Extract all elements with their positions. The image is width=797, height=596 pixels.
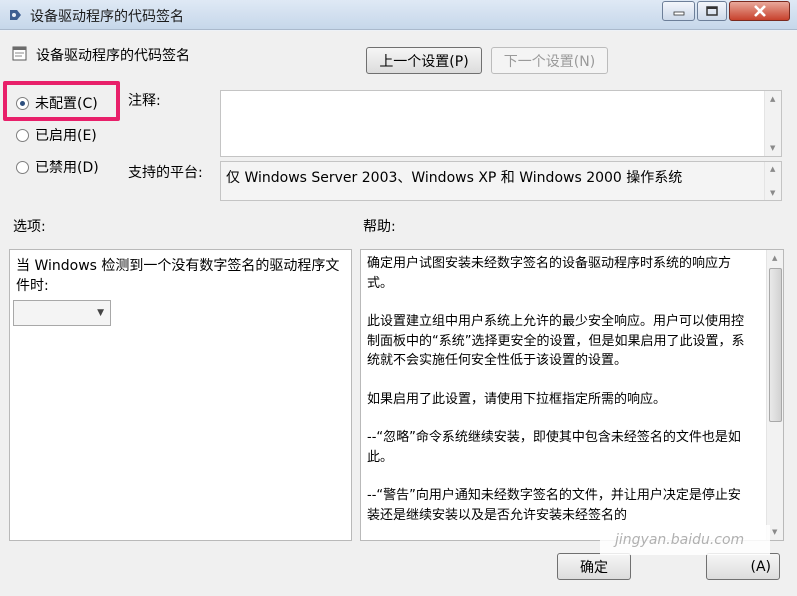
help-text: 确定用户试图安装未经数字签名的设备驱动程序时系统的响应方式。 此设置建立组中用户… xyxy=(367,254,753,540)
scroll-down-icon[interactable]: ▼ xyxy=(772,528,777,536)
help-heading: 帮助: xyxy=(363,219,396,235)
scroll-down-icon[interactable]: ▼ xyxy=(770,144,775,152)
supported-platform-text: 仅 Windows Server 2003、Windows XP 和 Windo… xyxy=(226,170,683,186)
scroll-up-icon[interactable]: ▲ xyxy=(772,254,777,262)
annotation-highlight-box xyxy=(3,81,120,121)
apply-button[interactable]: (A) xyxy=(706,553,780,580)
help-paragraph: --“忽略”命令系统继续安装，即使其中包含未经签名的文件也是如此。 xyxy=(367,430,741,465)
radio-disabled[interactable]: 已禁用(D) xyxy=(16,157,99,177)
scroll-down-icon[interactable]: ▼ xyxy=(770,189,775,197)
title-bar: 设备驱动程序的代码签名 xyxy=(0,0,797,30)
maximize-icon xyxy=(706,6,718,16)
help-scrollbar[interactable]: ▲ ▼ xyxy=(766,250,783,540)
help-paragraph: --“警告”向用户通知未经数字签名的文件，并让用户决定是停止安装还是继续安装以及… xyxy=(367,488,741,523)
policy-title: 设备驱动程序的代码签名 xyxy=(36,48,190,64)
scroll-thumb[interactable] xyxy=(769,268,782,422)
scroll-up-icon[interactable]: ▲ xyxy=(770,165,775,173)
radio-button[interactable] xyxy=(16,128,29,142)
help-panel: 确定用户试图安装未经数字签名的设备驱动程序时系统的响应方式。 此设置建立组中用户… xyxy=(360,249,784,541)
comment-scrollbar[interactable]: ▲ ▼ xyxy=(764,91,781,156)
radio-enabled[interactable]: 已启用(E) xyxy=(16,125,97,145)
options-heading: 选项: xyxy=(13,219,46,235)
help-paragraph: 确定用户试图安装未经数字签名的设备驱动程序时系统的响应方式。 xyxy=(367,256,732,291)
setting-icon xyxy=(12,46,27,61)
close-icon xyxy=(753,5,766,17)
next-setting-button[interactable]: 下一个设置(N) xyxy=(491,47,608,74)
options-panel: 当 Windows 检测到一个没有数字签名的驱动程序文件时: xyxy=(9,249,352,541)
comment-textarea[interactable]: ▲ ▼ xyxy=(220,90,782,157)
policy-app-icon xyxy=(10,10,21,20)
close-button[interactable] xyxy=(729,1,790,21)
scroll-up-icon[interactable]: ▲ xyxy=(770,95,775,103)
radio-button[interactable] xyxy=(16,160,29,174)
comment-label: 注释: xyxy=(128,93,161,109)
help-paragraph: 如果启用了此设置，请使用下拉框指定所需的响应。 xyxy=(367,391,667,407)
supported-platform-box: 仅 Windows Server 2003、Windows XP 和 Windo… xyxy=(220,161,782,201)
radio-enabled-label: 已启用(E) xyxy=(35,128,97,144)
maximize-button[interactable] xyxy=(697,1,727,21)
supported-platform-label: 支持的平台: xyxy=(128,165,203,181)
minimize-button[interactable] xyxy=(662,1,695,21)
options-description: 当 Windows 检测到一个没有数字签名的驱动程序文件时: xyxy=(16,258,340,294)
signing-response-dropdown[interactable]: ▼ xyxy=(13,300,111,326)
radio-disabled-label: 已禁用(D) xyxy=(35,160,99,176)
window-title: 设备驱动程序的代码签名 xyxy=(30,9,184,25)
help-paragraph: 此设置建立组中用户系统上允许的最少安全响应。用户可以使用控制面板中的“系统”选择… xyxy=(367,314,745,368)
minimize-icon xyxy=(673,11,684,16)
ok-button[interactable]: 确定 xyxy=(557,553,631,580)
dialog-body: 设备驱动程序的代码签名 上一个设置(P) 下一个设置(N) 未配置(C) 已启用… xyxy=(0,31,797,596)
chevron-down-icon: ▼ xyxy=(97,308,104,318)
previous-setting-button[interactable]: 上一个设置(P) xyxy=(366,47,482,74)
watermark: jingyan.baidu.com xyxy=(600,525,770,555)
platform-scrollbar[interactable]: ▲ ▼ xyxy=(764,162,781,200)
